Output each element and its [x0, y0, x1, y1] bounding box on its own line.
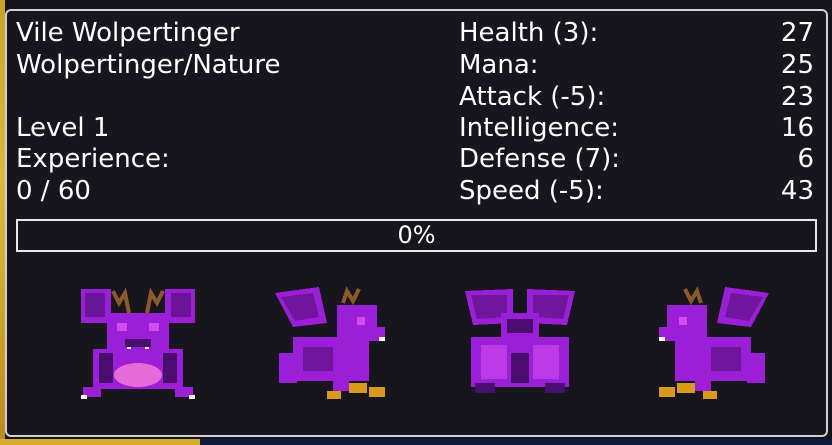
- experience-progress-label: 0%: [397, 221, 436, 249]
- creature-info-panel: Vile Wolpertinger Wolpertinger/Nature Le…: [5, 9, 828, 437]
- wolpertinger-back-sprite: [465, 289, 575, 393]
- stat-label: Attack (-5):: [459, 82, 606, 112]
- stat-value: 43: [780, 176, 814, 206]
- wolpertinger-right-side-sprite: [275, 286, 385, 399]
- stat-row-speed: Speed (-5): 43: [459, 176, 814, 207]
- stat-value: 6: [797, 144, 814, 174]
- background-edge-bottom: [0, 439, 832, 445]
- stat-row-defense: Defense (7): 6: [459, 144, 814, 175]
- stat-row-attack: Attack (-5): 23: [459, 82, 814, 113]
- experience-label: Experience:: [16, 144, 170, 174]
- stat-label: Speed (-5):: [459, 176, 604, 206]
- stat-row-mana: Mana: 25: [459, 50, 814, 81]
- stat-label: Defense (7):: [459, 144, 621, 174]
- experience-progress-bar: 0%: [16, 219, 817, 252]
- stat-row-intelligence: Intelligence: 16: [459, 113, 814, 144]
- stat-value: 27: [780, 18, 814, 48]
- wolpertinger-left-side-sprite: [659, 286, 769, 399]
- stat-label: Intelligence:: [459, 113, 620, 143]
- wolpertinger-front-sprite: [81, 287, 195, 399]
- creature-level: Level 1: [16, 113, 110, 143]
- stat-value: 23: [780, 82, 814, 112]
- stat-row-health: Health (3): 27: [459, 18, 814, 49]
- creature-type: Wolpertinger/Nature: [16, 50, 281, 80]
- stat-label: Health (3):: [459, 18, 599, 48]
- stat-value: 25: [780, 50, 814, 80]
- creature-name: Vile Wolpertinger: [16, 18, 240, 48]
- stat-label: Mana:: [459, 50, 539, 80]
- stat-value: 16: [780, 113, 814, 143]
- experience-value: 0 / 60: [16, 176, 91, 206]
